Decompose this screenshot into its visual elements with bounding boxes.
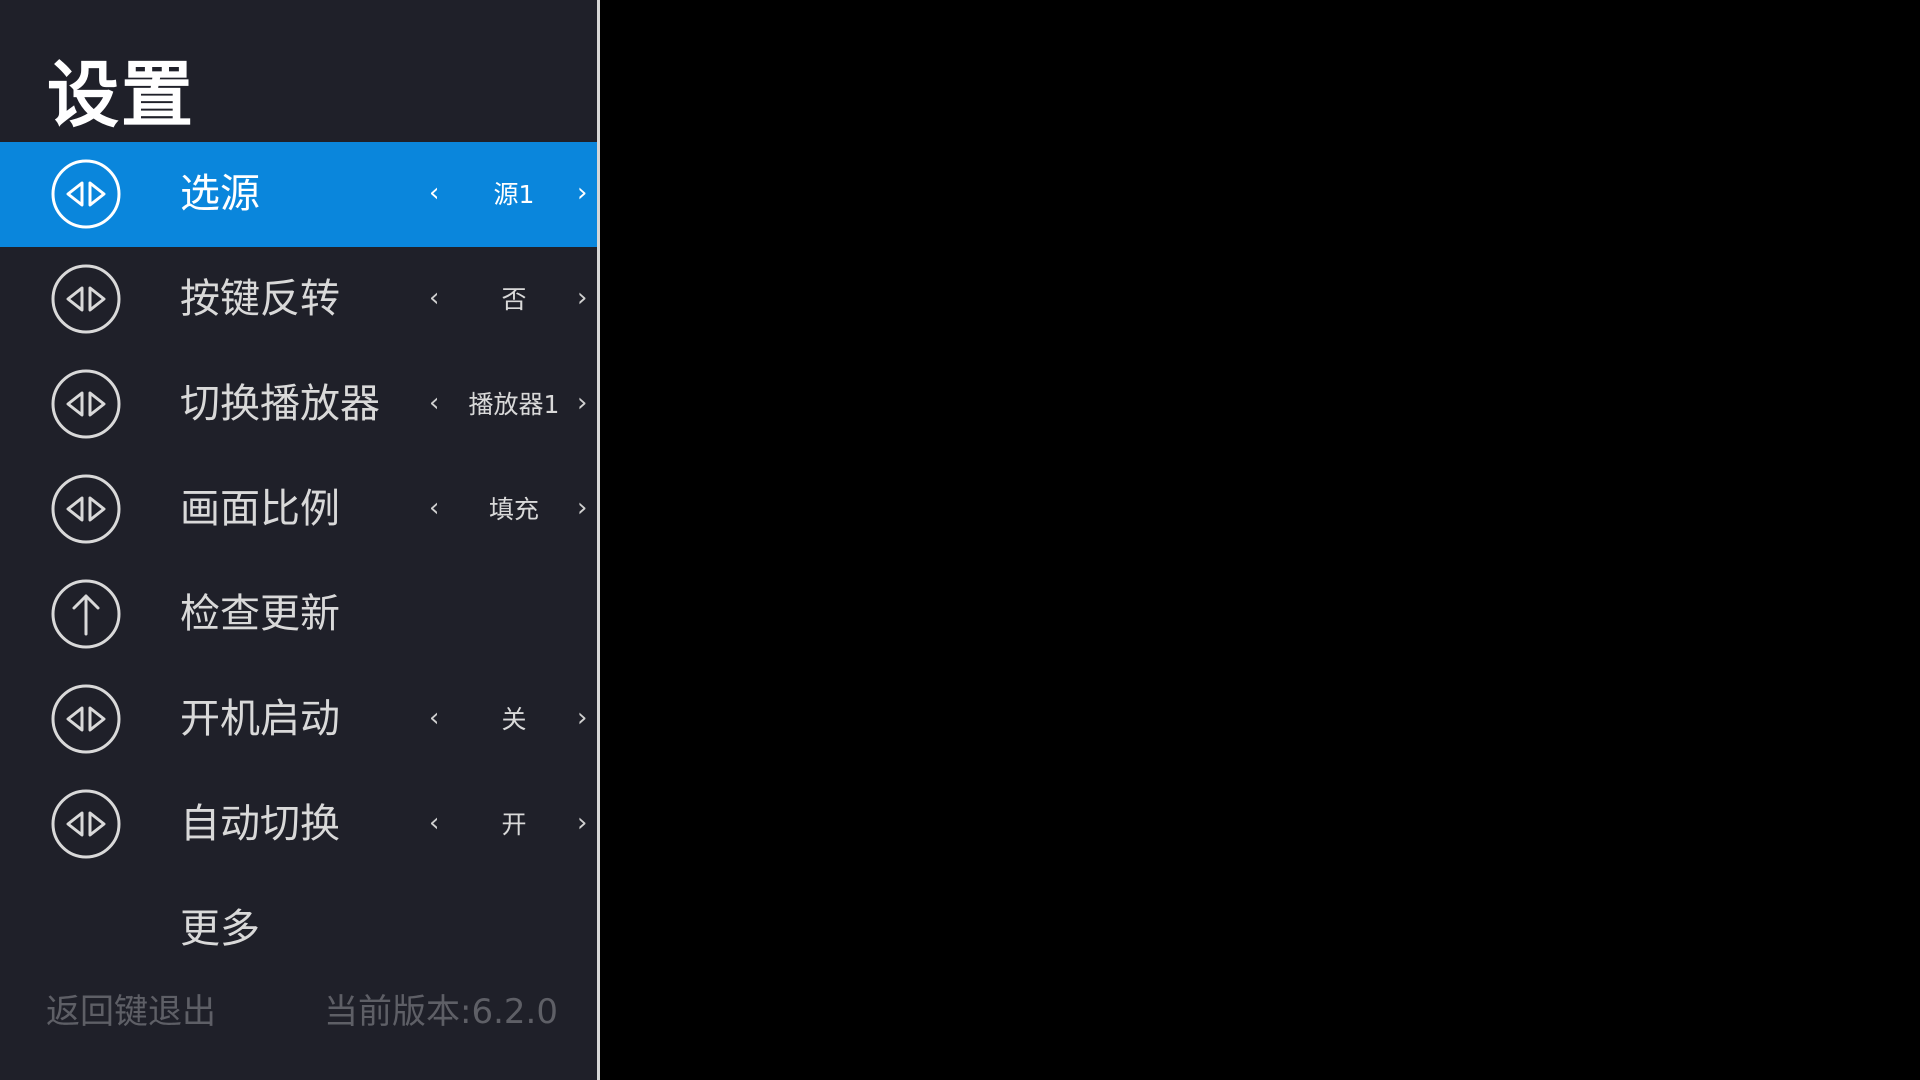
menu-item-7[interactable]: 更多 xyxy=(0,877,597,982)
menu-item-label: 画面比例 xyxy=(180,486,340,532)
chevron-left-icon[interactable]: ‹ xyxy=(429,457,439,562)
chevron-right-icon[interactable]: › xyxy=(577,667,587,772)
menu-item-value: 关 xyxy=(501,705,527,734)
video-area xyxy=(600,0,1920,1080)
menu-item-value: 填充 xyxy=(488,495,539,524)
chevron-left-icon[interactable]: ‹ xyxy=(429,142,439,247)
menu-item-label: 选源 xyxy=(180,171,260,217)
value-selector[interactable]: ‹ 开 › xyxy=(425,772,597,877)
menu-item-value: 否 xyxy=(501,285,527,314)
menu-item-label: 开机启动 xyxy=(180,696,340,742)
left-right-arrows-icon xyxy=(51,474,121,544)
tv-screen: 设置 选源 ‹ 源1 › 按键反转 ‹ 否 › 切换播放器 ‹ 播放器1 › 画面比例 ‹ 填充 › 检查更新开… xyxy=(0,0,1920,1080)
menu-item-label: 按键反转 xyxy=(180,276,340,322)
chevron-right-icon[interactable]: › xyxy=(577,352,587,457)
value-selector[interactable]: ‹ 否 › xyxy=(425,247,597,352)
value-selector[interactable]: ‹ 源1 › xyxy=(425,142,597,247)
settings-menu: 选源 ‹ 源1 › 按键反转 ‹ 否 › 切换播放器 ‹ 播放器1 › 画面比例 ‹ 填充 › 检查更新开机启动… xyxy=(0,142,597,982)
left-right-arrows-icon xyxy=(51,369,121,439)
chevron-left-icon[interactable]: ‹ xyxy=(429,772,439,877)
chevron-right-icon[interactable]: › xyxy=(577,457,587,562)
exit-hint: 返回键退出 xyxy=(46,992,216,1032)
menu-item-6[interactable]: 自动切换 ‹ 开 › xyxy=(0,772,597,877)
chevron-left-icon[interactable]: ‹ xyxy=(429,352,439,457)
chevron-right-icon[interactable]: › xyxy=(577,772,587,877)
value-selector[interactable]: ‹ 填充 › xyxy=(425,457,597,562)
left-right-arrows-icon xyxy=(51,789,121,859)
panel-title: 设置 xyxy=(47,53,196,137)
value-selector[interactable]: ‹ 关 › xyxy=(425,667,597,772)
chevron-left-icon[interactable]: ‹ xyxy=(429,667,439,772)
left-right-arrows-icon xyxy=(51,159,121,229)
menu-item-label: 自动切换 xyxy=(180,801,340,847)
left-right-arrows-icon xyxy=(51,684,121,754)
menu-item-label: 检查更新 xyxy=(180,591,340,637)
menu-item-2[interactable]: 切换播放器 ‹ 播放器1 › xyxy=(0,352,597,457)
menu-item-3[interactable]: 画面比例 ‹ 填充 › xyxy=(0,457,597,562)
version-label: 当前版本:6.2.0 xyxy=(324,992,558,1032)
menu-item-5[interactable]: 开机启动 ‹ 关 › xyxy=(0,667,597,772)
value-selector[interactable]: ‹ 播放器1 › xyxy=(425,352,597,457)
menu-item-label: 更多 xyxy=(180,906,260,952)
chevron-right-icon[interactable]: › xyxy=(577,247,587,352)
menu-item-4[interactable]: 检查更新 xyxy=(0,562,597,667)
menu-item-value: 播放器1 xyxy=(468,390,560,419)
left-right-arrows-icon xyxy=(51,264,121,334)
menu-item-1[interactable]: 按键反转 ‹ 否 › xyxy=(0,247,597,352)
chevron-right-icon[interactable]: › xyxy=(577,142,587,247)
menu-item-value: 开 xyxy=(501,810,527,839)
menu-item-label: 切换播放器 xyxy=(180,381,380,427)
menu-item-0[interactable]: 选源 ‹ 源1 › xyxy=(0,142,597,247)
settings-panel: 设置 选源 ‹ 源1 › 按键反转 ‹ 否 › 切换播放器 ‹ 播放器1 › 画面比例 ‹ 填充 › 检查更新开… xyxy=(0,0,600,1080)
chevron-left-icon[interactable]: ‹ xyxy=(429,247,439,352)
menu-item-value: 源1 xyxy=(493,180,535,209)
up-arrow-icon xyxy=(51,579,121,649)
